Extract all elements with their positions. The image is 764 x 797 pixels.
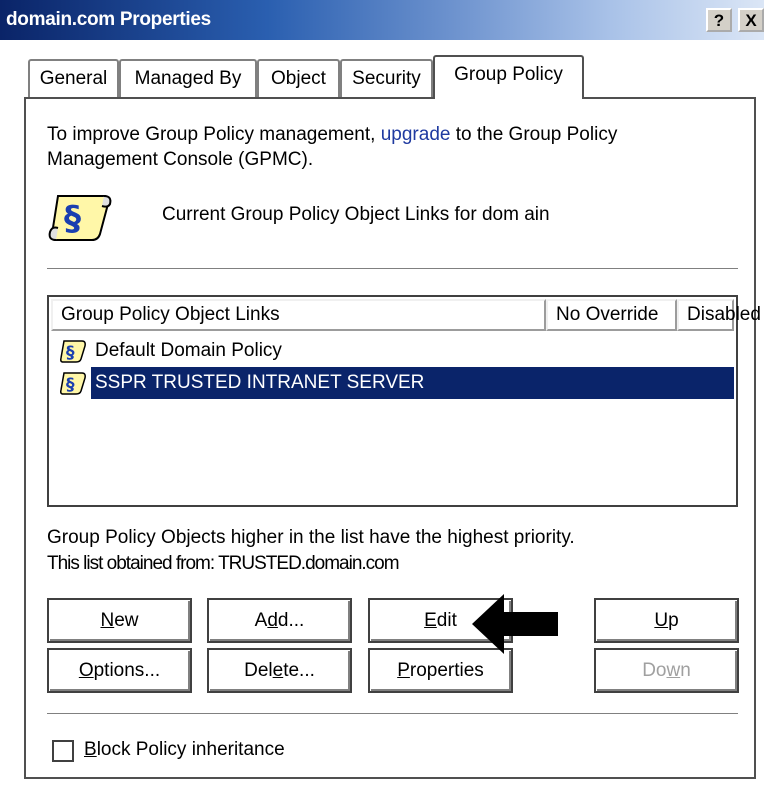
arrow-pointer-icon [472, 594, 558, 654]
scroll-policy-icon: § [48, 195, 112, 241]
gpmc-info-line1: To improve Group Policy management, upgr… [47, 124, 617, 146]
gpmc-info-text: To improve Group Policy management, [47, 124, 381, 145]
svg-text:§: § [64, 199, 81, 239]
obtained-from-note: This list obtained from: TRUSTED.domain.… [47, 553, 400, 574]
tab-group-policy[interactable]: Group Policy [433, 55, 584, 99]
new-button[interactable]: New [47, 598, 192, 643]
options-button[interactable]: Options... [47, 648, 192, 693]
add-button[interactable]: Add... [207, 598, 352, 643]
upgrade-link[interactable]: upgrade [381, 124, 451, 145]
scroll-policy-icon: § [60, 372, 86, 395]
tab-security[interactable]: Security [340, 59, 433, 97]
list-item-label: SSPR TRUSTED INTRANET SERVER [91, 367, 734, 399]
tab-general[interactable]: General [28, 59, 119, 97]
separator-top [47, 268, 738, 270]
help-button[interactable]: ? [706, 8, 732, 32]
column-header-no-override[interactable]: No Override [546, 299, 677, 331]
scroll-policy-icon: § [60, 340, 86, 363]
list-item-label: Default Domain Policy [95, 340, 282, 361]
separator-bottom [47, 713, 738, 715]
close-button[interactable]: X [738, 8, 764, 32]
list-item-selected[interactable]: § SSPR TRUSTED INTRANET SERVER [51, 367, 734, 399]
gpo-links-list[interactable]: Group Policy Object Links No Override Di… [47, 295, 761, 507]
tab-object[interactable]: Object [257, 59, 340, 97]
up-button[interactable]: Up [594, 598, 739, 643]
list-item[interactable]: § Default Domain Policy [51, 335, 734, 367]
window-title: domain.com Properties [6, 9, 211, 30]
gpmc-info-text-end: to the Group Policy [450, 124, 618, 145]
block-inheritance-checkbox[interactable] [52, 740, 74, 762]
column-header-disabled[interactable]: Disabled [677, 299, 761, 331]
delete-button[interactable]: Delete... [207, 648, 352, 693]
title-bar: domain.com Properties ? X [0, 0, 764, 40]
priority-note: Group Policy Objects higher in the list … [47, 527, 575, 548]
down-button: Down [594, 648, 739, 693]
block-inheritance-label[interactable]: Block Policy inheritance [84, 739, 285, 761]
svg-text:§: § [66, 375, 75, 395]
svg-text:§: § [66, 343, 75, 363]
current-links-heading: Current Group Policy Object Links for do… [162, 204, 550, 225]
column-header-links[interactable]: Group Policy Object Links [51, 299, 546, 331]
tab-managed-by[interactable]: Managed By [119, 59, 257, 97]
gpmc-info-line2: Management Console (GPMC). [47, 149, 314, 170]
